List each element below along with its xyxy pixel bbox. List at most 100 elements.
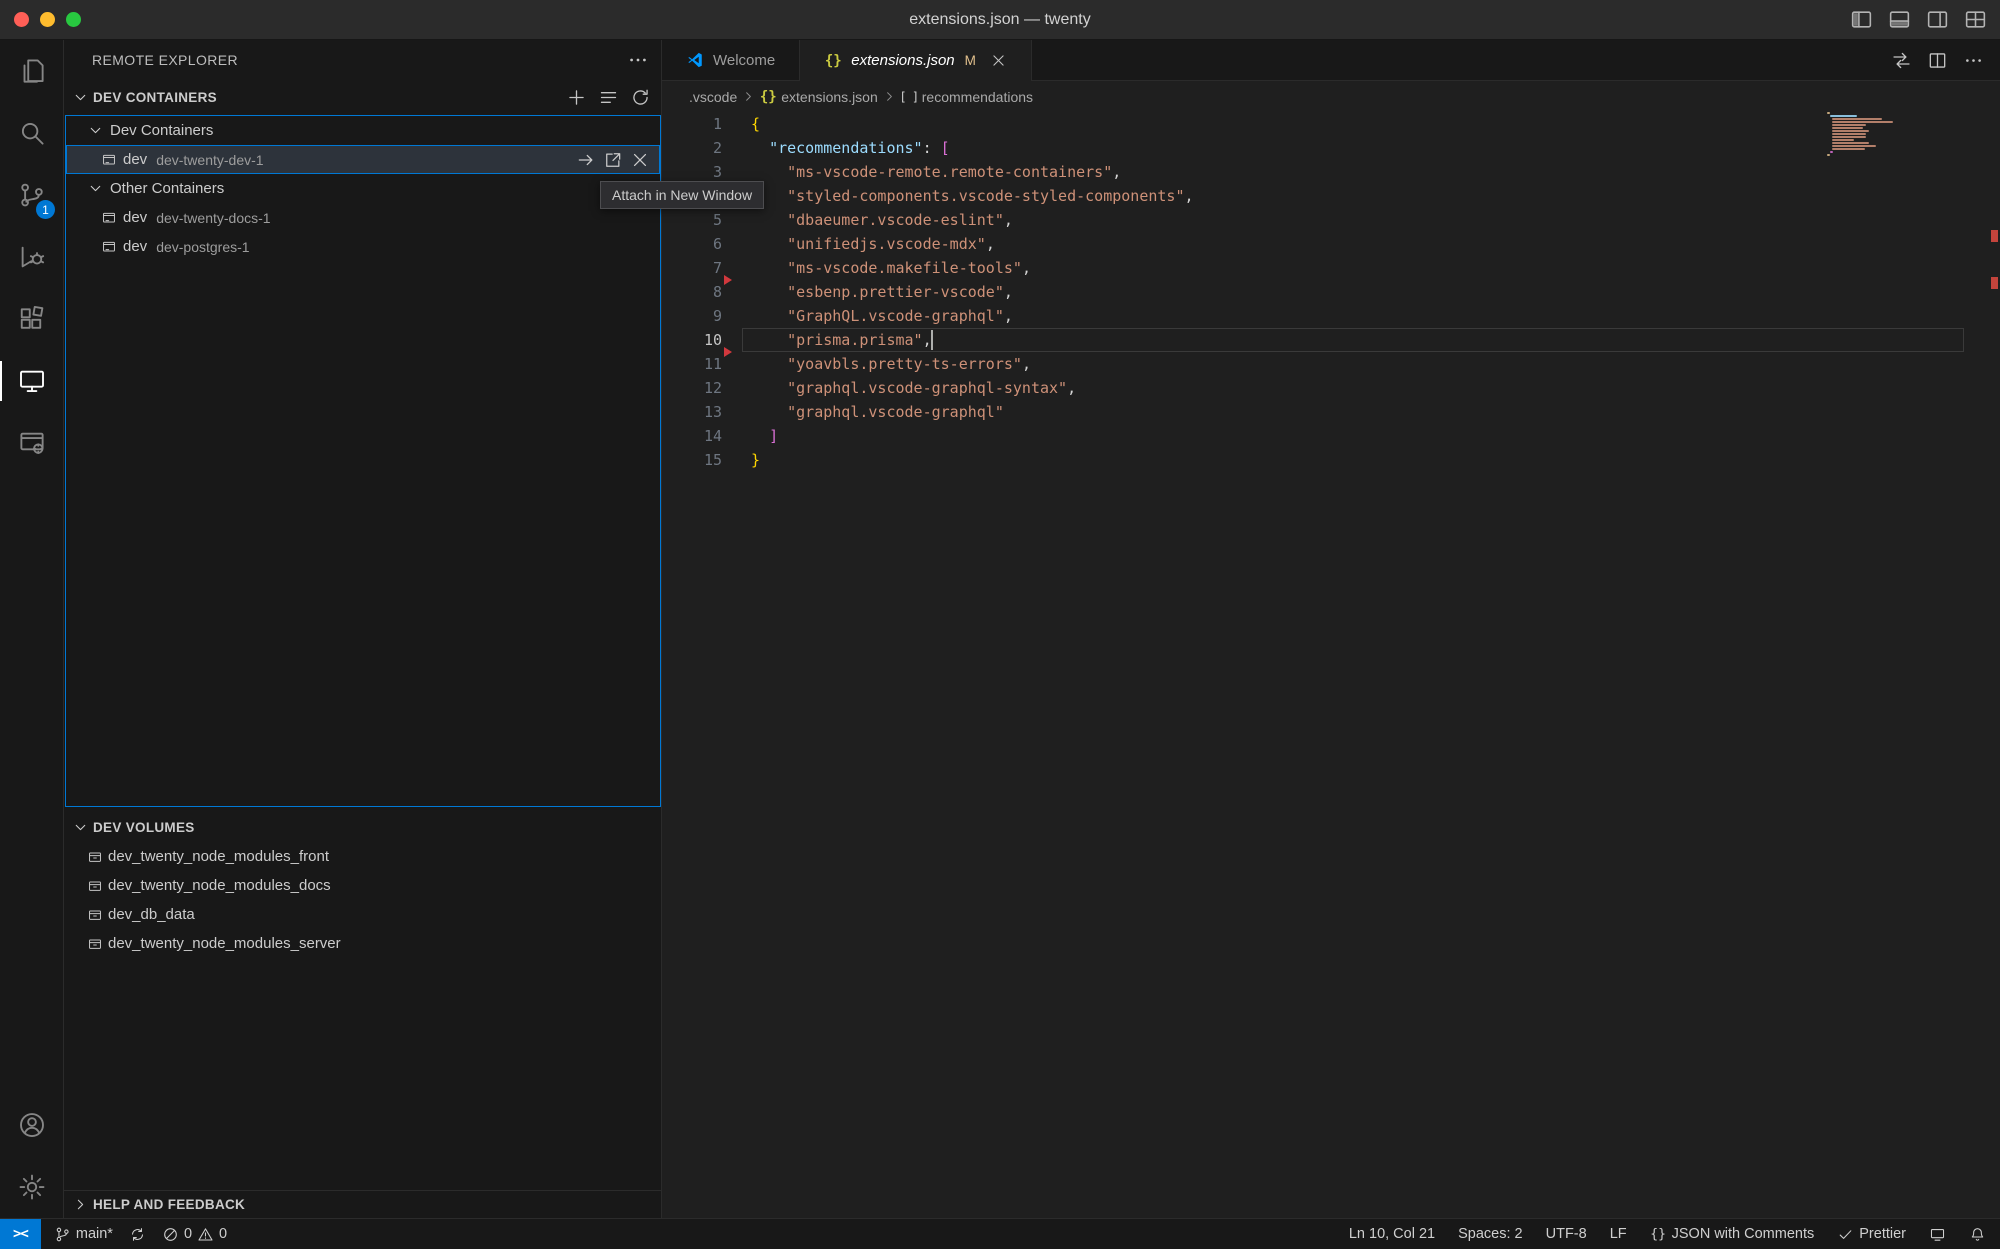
breadcrumb-item[interactable]: .vscode <box>689 89 737 105</box>
status-formatter[interactable]: Prettier <box>1837 1226 1906 1243</box>
status-language-mode[interactable]: {}JSON with Comments <box>1650 1226 1815 1243</box>
overview-ruler-mark <box>1991 230 1998 242</box>
line-text: "ms-vscode-remote.remote-containers", <box>751 163 1121 181</box>
container-description: dev-twenty-docs-1 <box>156 210 270 226</box>
warning-icon <box>197 1226 214 1243</box>
volume-icon <box>87 849 103 865</box>
line-text: { <box>751 115 760 133</box>
section-dev-volumes[interactable]: DEV VOLUMES <box>64 814 661 841</box>
activity-item-source-control[interactable]: 1 <box>0 164 63 226</box>
line-text: "yoavbls.pretty-ts-errors", <box>751 355 1031 373</box>
code-line: 8 "esbenp.prettier-vscode", <box>662 280 1986 304</box>
tab-bar: Welcome{}extensions.jsonM <box>662 40 2000 81</box>
tree-group[interactable]: Dev Containers <box>66 116 660 145</box>
close-icon[interactable] <box>630 150 650 170</box>
status-label: Prettier <box>1859 1226 1906 1242</box>
tab-extensions-json[interactable]: {}extensions.jsonM <box>800 40 1032 81</box>
branch-name: main* <box>76 1226 113 1242</box>
layout-sidebar-right-icon[interactable] <box>1925 7 1950 32</box>
minimap-line <box>1832 136 1866 138</box>
status-notifications[interactable] <box>1969 1226 1986 1243</box>
sync-status[interactable] <box>129 1226 146 1243</box>
tree-group[interactable]: Other Containers <box>66 174 660 203</box>
section-help-and-feedback[interactable]: HELP AND FEEDBACK <box>64 1190 661 1218</box>
overview-ruler-mark <box>1991 277 1998 289</box>
screen-icon <box>1929 1226 1946 1243</box>
activity-item-remote-explorer[interactable] <box>0 350 63 412</box>
remote-indicator-button[interactable]: >< <box>0 1219 41 1249</box>
container-row[interactable]: devdev-twenty-dev-1 <box>66 145 660 174</box>
volume-row[interactable]: dev_db_data <box>64 900 661 929</box>
files-icon <box>17 56 47 86</box>
line-text: ] <box>751 427 778 445</box>
activity-item-manage[interactable] <box>0 1156 63 1218</box>
breadcrumb-item[interactable]: [ ]recommendations <box>901 89 1033 105</box>
status-indentation[interactable]: Spaces: 2 <box>1458 1226 1523 1242</box>
status-screen-share[interactable] <box>1929 1226 1946 1243</box>
container-row[interactable]: devdev-postgres-1 <box>66 232 660 261</box>
minimize-window-button[interactable] <box>40 12 55 27</box>
remote-explorer-icon <box>17 366 47 396</box>
activity-item-extensions[interactable] <box>0 288 63 350</box>
dev-volumes-list: dev_twenty_node_modules_frontdev_twenty_… <box>64 842 661 958</box>
branch-status[interactable]: main* <box>54 1226 113 1243</box>
activity-item-run-debug[interactable] <box>0 226 63 288</box>
volume-row[interactable]: dev_twenty_node_modules_docs <box>64 871 661 900</box>
customize-layout-icon[interactable] <box>1963 7 1988 32</box>
activity-item-accounts[interactable] <box>0 1094 63 1156</box>
code-line: 11 "yoavbls.pretty-ts-errors", <box>662 352 1986 376</box>
status-cursor-position[interactable]: Ln 10, Col 21 <box>1349 1226 1435 1242</box>
volume-row[interactable]: dev_twenty_node_modules_server <box>64 929 661 958</box>
new-window-icon[interactable] <box>603 150 623 170</box>
minimap[interactable] <box>1827 112 1897 157</box>
code-line: 9 "GraphQL.vscode-graphql", <box>662 304 1986 328</box>
status-label: JSON with Comments <box>1672 1226 1815 1242</box>
close-icon[interactable] <box>990 52 1007 69</box>
line-number: 10 <box>662 331 722 349</box>
line-text: "graphql.vscode-graphql-syntax", <box>751 379 1076 397</box>
code-line: 4 "styled-components.vscode-styled-compo… <box>662 184 1986 208</box>
section-dev-containers[interactable]: DEV CONTAINERS <box>64 84 661 111</box>
tree-group-label: Dev Containers <box>110 122 213 139</box>
problems-status[interactable]: 0 0 <box>162 1226 227 1243</box>
vscode-window: extensions.json — twenty 1 REMOTE EXPLOR… <box>0 0 2000 1249</box>
minimap-line <box>1832 133 1866 135</box>
container-description: dev-twenty-dev-1 <box>156 152 263 168</box>
layout-sidebar-left-icon[interactable] <box>1849 7 1874 32</box>
container-row[interactable]: devdev-twenty-docs-1 <box>66 203 660 232</box>
activity-item-search[interactable] <box>0 102 63 164</box>
more-icon[interactable] <box>1963 50 1984 71</box>
volume-row[interactable]: dev_twenty_node_modules_front <box>64 842 661 871</box>
split-editor-icon[interactable] <box>1927 50 1948 71</box>
chevron-right-icon <box>72 1196 89 1213</box>
layout-panel-icon[interactable] <box>1887 7 1912 32</box>
line-number: 11 <box>662 355 722 373</box>
compare-changes-icon[interactable] <box>1891 50 1912 71</box>
status-encoding[interactable]: UTF-8 <box>1546 1226 1587 1242</box>
activity-item-dev-containers[interactable] <box>0 412 63 474</box>
chevron-down-icon <box>72 819 89 836</box>
tab-welcome[interactable]: Welcome <box>662 40 800 80</box>
more-actions-icon[interactable] <box>627 49 649 71</box>
list-icon[interactable] <box>598 87 619 108</box>
add-icon[interactable] <box>566 87 587 108</box>
code-line: 1{ <box>662 112 1986 136</box>
refresh-icon[interactable] <box>630 87 651 108</box>
line-number: 14 <box>662 427 722 445</box>
chevron-right-icon <box>741 89 756 104</box>
arrow-right-icon[interactable] <box>576 150 596 170</box>
status-eol[interactable]: LF <box>1610 1226 1627 1242</box>
close-window-button[interactable] <box>14 12 29 27</box>
breadcrumb-label: .vscode <box>689 89 737 105</box>
remote-icon: >< <box>13 1226 28 1242</box>
container-icon <box>101 152 117 168</box>
breadcrumb-item[interactable]: {}extensions.json <box>760 89 878 105</box>
git-deleted-marker <box>724 347 732 357</box>
line-text: "recommendations": [ <box>751 139 950 157</box>
sidebar-header: REMOTE EXPLORER <box>64 40 661 80</box>
line-number: 3 <box>662 163 722 181</box>
text-cursor <box>931 330 933 350</box>
zoom-window-button[interactable] <box>66 12 81 27</box>
activity-item-explorer[interactable] <box>0 40 63 102</box>
code-editor[interactable]: 1{2 "recommendations": [3 "ms-vscode-rem… <box>662 112 1986 1218</box>
